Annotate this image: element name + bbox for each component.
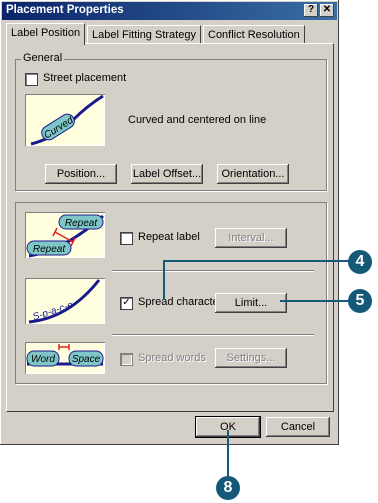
repeat-label-text: Repeat label (138, 231, 200, 243)
label-offset-button[interactable]: Label Offset... (131, 164, 203, 184)
limit-button[interactable]: Limit... (215, 293, 287, 313)
spread-words-label: Spread words (138, 352, 206, 364)
spread-words-thumbnail: Word Space (25, 342, 105, 374)
title-bar: Placement Properties ? ✕ (2, 2, 337, 20)
repeat-label-thumbnail: Repeat Repeat (25, 212, 105, 258)
spread-words-checkbox[interactable] (120, 353, 133, 366)
callout-5: 5 (348, 289, 372, 313)
tab-panel-label-position: General Street placement Curved Curved a… (6, 43, 334, 412)
spread-words-graphic: Word Space (26, 344, 104, 367)
interval-button[interactable]: Interval... (215, 228, 287, 248)
repeat-graphic: Repeat Repeat (26, 214, 104, 258)
tab-conflict-resolution[interactable]: Conflict Resolution (203, 25, 305, 44)
callout-4: 4 (348, 250, 372, 274)
close-button[interactable]: ✕ (320, 4, 334, 17)
street-placement-checkbox[interactable] (25, 73, 38, 86)
cancel-button[interactable]: Cancel (266, 417, 330, 437)
callout-8: 8 (216, 476, 240, 500)
placement-properties-dialog: Placement Properties ? ✕ Label Position … (0, 0, 339, 445)
separator (112, 270, 314, 272)
repeat-thumb-bottom: Repeat (33, 244, 66, 255)
curved-placement-thumbnail: Curved (25, 94, 105, 146)
word-thumb-right: Space (72, 354, 101, 365)
repeat-thumb-top: Repeat (65, 218, 98, 229)
spread-thumb-text: S-p-a-c-e (31, 300, 74, 323)
tab-label-position[interactable]: Label Position (6, 23, 86, 45)
settings-button[interactable]: Settings... (215, 348, 287, 368)
street-placement-label: Street placement (43, 72, 127, 84)
orientation-button[interactable]: Orientation... (217, 164, 289, 184)
callout-8-leader (227, 430, 229, 482)
dialog-title: Placement Properties (6, 4, 124, 16)
spread-characters-checkbox[interactable]: ✓ (120, 297, 133, 310)
spread-chars-graphic: S-p-a-c-e (28, 279, 101, 324)
general-group-label: General (21, 52, 65, 64)
tab-label-fitting-strategy[interactable]: Label Fitting Strategy (87, 25, 201, 44)
repeat-label-checkbox[interactable] (120, 232, 133, 245)
word-thumb-left: Word (31, 354, 55, 365)
callout-4-leader (163, 260, 165, 300)
placement-description: Curved and centered on line (128, 114, 267, 126)
callout-5-leader (280, 300, 350, 302)
curved-line-graphic: Curved (30, 94, 104, 146)
callout-4-leader (163, 260, 359, 262)
spread-characters-thumbnail: S-p-a-c-e (25, 278, 105, 324)
separator (112, 334, 314, 336)
position-button[interactable]: Position... (45, 164, 117, 184)
help-button[interactable]: ? (304, 4, 318, 17)
